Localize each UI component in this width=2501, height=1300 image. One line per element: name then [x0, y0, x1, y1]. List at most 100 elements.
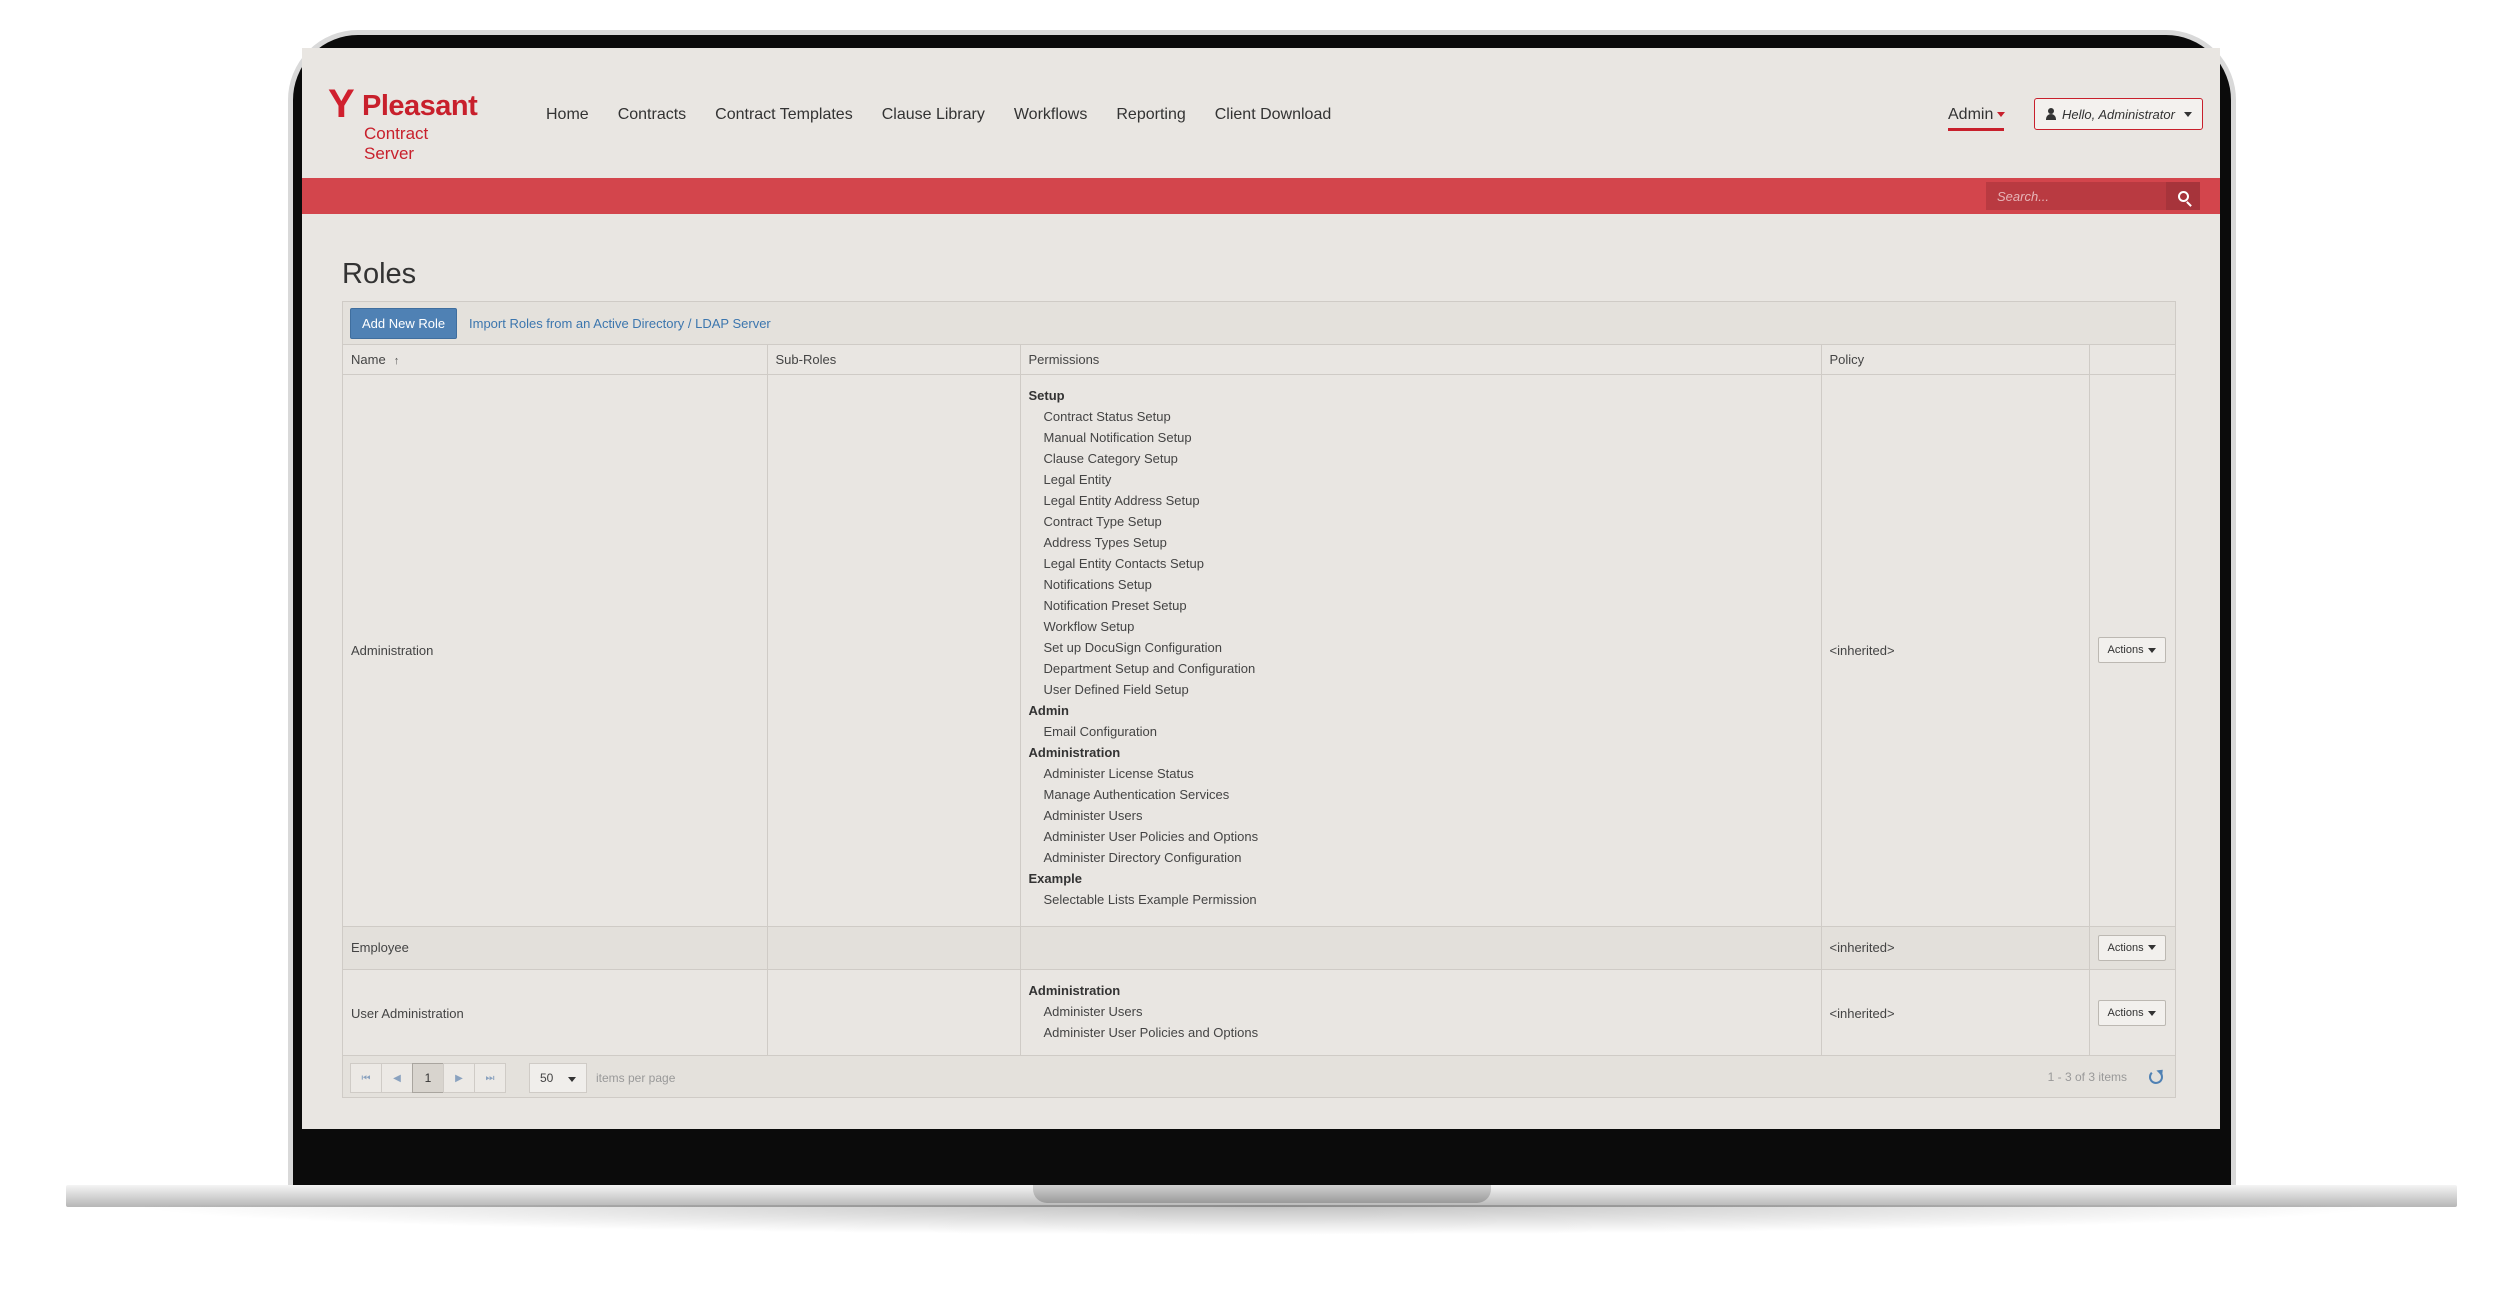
logo-subtitle: Contract Server — [364, 124, 429, 163]
permission-item: Manage Authentication Services — [1043, 786, 1230, 802]
role-policy: <inherited> — [1821, 969, 2090, 1058]
current-page[interactable]: 1 — [412, 1063, 444, 1093]
actions-button[interactable]: Actions — [2097, 934, 2166, 961]
role-name: User Administration — [343, 969, 768, 1058]
items-per-page-label: items per page — [596, 1071, 676, 1085]
logo-title: Pleasant — [362, 90, 478, 122]
actions-button[interactable]: Actions — [2097, 637, 2166, 663]
page-title: Roles — [342, 258, 417, 290]
permission-group: Administration — [1028, 982, 1121, 998]
role-sub-roles — [767, 374, 1021, 927]
roles-grid: Add New Role Import Roles from an Active… — [342, 301, 2176, 1098]
search-button[interactable] — [2166, 182, 2200, 210]
refresh-icon[interactable] — [2149, 1070, 2163, 1084]
role-actions-cell: Actions — [2089, 926, 2175, 970]
permission-item: Administer License Status — [1043, 765, 1194, 781]
user-menu-button[interactable]: Hello, Administrator — [2034, 98, 2203, 130]
nav-contract-templates[interactable]: Contract Templates — [715, 106, 853, 124]
chevron-down-icon — [568, 1077, 576, 1082]
permission-item: Administer Users — [1043, 1003, 1143, 1019]
main-nav: Home Contracts Contract Templates Clause… — [546, 106, 1360, 124]
nav-reporting[interactable]: Reporting — [1116, 106, 1185, 124]
chevron-down-icon — [2147, 647, 2156, 653]
permission-item: Administer User Policies and Options — [1043, 1024, 1259, 1040]
column-header-actions — [2089, 345, 2175, 375]
header: Y Pleasant Contract Server Home Contract… — [302, 48, 2220, 176]
permission-group: Setup — [1028, 387, 1065, 403]
permission-item: Selectable Lists Example Permission — [1043, 891, 1257, 907]
role-policy: <inherited> — [1821, 374, 2090, 927]
app-screen: Y Pleasant Contract Server Home Contract… — [302, 48, 2220, 1129]
user-icon — [2045, 108, 2057, 120]
column-header-permissions[interactable]: Permissions — [1020, 345, 1822, 375]
permission-item: Manual Notification Setup — [1043, 429, 1192, 445]
table-row: Administration Setup Contract Status Set… — [343, 374, 2175, 927]
actions-button[interactable]: Actions — [2097, 1000, 2166, 1026]
permission-item: Address Types Setup — [1043, 534, 1167, 550]
admin-menu[interactable]: Admin — [1948, 106, 2006, 131]
nav-clause-library[interactable]: Clause Library — [882, 106, 985, 124]
permission-group: Administration — [1028, 744, 1121, 760]
permission-item: Contract Status Setup — [1043, 408, 1171, 424]
nav-workflows[interactable]: Workflows — [1014, 106, 1088, 124]
role-permissions — [1020, 926, 1822, 970]
column-header-sub-roles[interactable]: Sub-Roles — [767, 345, 1021, 375]
search-input[interactable] — [1986, 182, 2166, 210]
search-icon — [2177, 190, 2189, 202]
import-roles-link[interactable]: Import Roles from an Active Directory / … — [469, 316, 771, 331]
permission-item: Set up DocuSign Configuration — [1043, 639, 1223, 655]
user-menu-label: Hello, Administrator — [2062, 106, 2175, 122]
column-header-policy[interactable]: Policy — [1821, 345, 2090, 375]
grid-toolbar: Add New Role Import Roles from an Active… — [343, 302, 2175, 345]
items-per-page-select[interactable]: 50 — [529, 1063, 587, 1093]
role-name: Administration — [343, 374, 768, 927]
chevron-down-icon — [2147, 1010, 2156, 1016]
permission-item: Contract Type Setup — [1043, 513, 1162, 529]
permission-group: Example — [1028, 870, 1082, 886]
table-row: Employee <inherited> Actions — [343, 926, 2175, 970]
role-permissions: Setup Contract Status Setup Manual Notif… — [1020, 374, 1822, 927]
laptop-notch — [1033, 1185, 1491, 1203]
logo[interactable]: Y Pleasant Contract Server — [328, 76, 478, 163]
role-actions-cell: Actions — [2089, 374, 2175, 927]
admin-active-underline — [1948, 128, 2004, 131]
chevron-down-icon — [2147, 945, 2156, 950]
laptop-shadow — [120, 1205, 2400, 1235]
permission-group: Admin — [1028, 702, 1069, 718]
permission-item: Legal Entity — [1043, 471, 1112, 487]
chevron-down-icon — [2183, 111, 2192, 117]
first-page-icon[interactable]: ⏮ — [350, 1063, 382, 1093]
permission-item: Email Configuration — [1043, 723, 1157, 739]
permission-item: Workflow Setup — [1043, 618, 1135, 634]
nav-contracts[interactable]: Contracts — [618, 106, 686, 124]
permission-item: Administer Users — [1043, 807, 1143, 823]
permission-item: User Defined Field Setup — [1043, 681, 1189, 697]
admin-menu-label: Admin — [1948, 106, 1994, 123]
permission-item: Notification Preset Setup — [1043, 597, 1187, 613]
permission-item: Administer User Policies and Options — [1043, 828, 1259, 844]
role-sub-roles — [767, 969, 1021, 1058]
permission-item: Notifications Setup — [1043, 576, 1152, 592]
sort-ascending-icon: ↑ — [393, 354, 400, 367]
chevron-down-icon — [1997, 112, 2006, 118]
item-range-label: 1 - 3 of 3 items — [2047, 1070, 2127, 1084]
role-name: Employee — [343, 926, 768, 970]
permission-item: Department Setup and Configuration — [1043, 660, 1256, 676]
last-page-icon[interactable]: ⏭ — [474, 1063, 506, 1093]
nav-home[interactable]: Home — [546, 106, 589, 124]
nav-client-download[interactable]: Client Download — [1215, 106, 1332, 124]
role-sub-roles — [767, 926, 1021, 970]
permission-item: Administer Directory Configuration — [1043, 849, 1242, 865]
role-permissions: Administration Administer Users Administ… — [1020, 969, 1822, 1058]
prev-page-icon[interactable]: ◀ — [381, 1063, 413, 1093]
table-header-row: Name ↑ Sub-Roles Permissions Policy — [343, 345, 2175, 375]
next-page-icon[interactable]: ▶ — [443, 1063, 475, 1093]
permission-item: Clause Category Setup — [1043, 450, 1178, 466]
roles-table: Name ↑ Sub-Roles Permissions Policy Admin… — [343, 345, 2175, 1058]
hummingbird-icon: Y — [328, 82, 355, 126]
add-new-role-button[interactable]: Add New Role — [350, 308, 458, 339]
table-row: User Administration Administration Admin… — [343, 969, 2175, 1058]
permission-item: Legal Entity Address Setup — [1043, 492, 1200, 508]
column-header-name[interactable]: Name ↑ — [343, 345, 768, 375]
role-policy: <inherited> — [1821, 926, 2090, 970]
